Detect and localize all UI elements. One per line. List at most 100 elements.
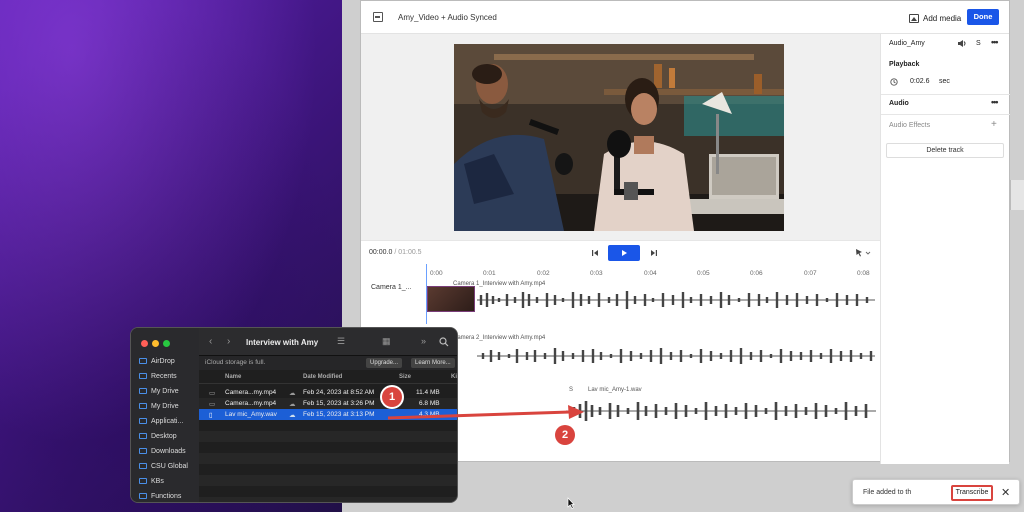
column-name[interactable]: Name xyxy=(225,374,241,380)
video-preview[interactable] xyxy=(454,44,784,231)
current-time: 00:00.0 xyxy=(369,249,393,256)
add-effect-icon[interactable]: + xyxy=(991,119,997,130)
audio-clip-lav-mic[interactable]: S Lav mic_Amy-1.wav xyxy=(566,384,878,428)
transcribe-button[interactable]: Transcribe xyxy=(951,485,993,501)
cloud-icon: ☁ xyxy=(289,401,296,408)
learn-more-button[interactable]: Learn More... xyxy=(411,358,455,368)
sidebar-item-label: AirDrop xyxy=(151,357,175,365)
ruler-tick: 0:05 xyxy=(697,270,710,277)
ruler-tick: 0:08 xyxy=(857,270,870,277)
clip-title: Camera 2_Interview with Amy.mp4 xyxy=(453,335,546,341)
ruler-tick: 0:06 xyxy=(750,270,763,277)
empty-row xyxy=(199,453,457,464)
file-name: Camera...my.mp4 xyxy=(225,389,277,396)
sidebar-item-desktop[interactable]: Desktop xyxy=(139,429,177,443)
ruler-tick: 0:00 xyxy=(430,270,443,277)
sidebar-item-recents[interactable]: Recents xyxy=(139,369,177,383)
delete-track-button[interactable]: Delete track xyxy=(886,143,1004,158)
file-date: Feb 15, 2023 at 3:13 PM xyxy=(303,411,375,418)
cloud-icon: ☁ xyxy=(289,390,296,397)
close-window-icon[interactable] xyxy=(141,340,148,347)
folder-icon xyxy=(139,493,147,499)
more-toolbar-icon[interactable]: » xyxy=(421,336,426,346)
sidebar-item-my-drive[interactable]: My Drive xyxy=(139,384,179,398)
track-more-icon[interactable]: ••• xyxy=(991,37,999,47)
solo-toggle[interactable]: S xyxy=(976,40,981,47)
inspector-panel: Audio_Amy S ••• Playback 0:02.6 sec Audi… xyxy=(880,34,1010,464)
file-row[interactable]: ▭ Camera...my.mp4 ☁ Feb 24, 2023 at 8:52… xyxy=(199,387,457,398)
layers-icon[interactable] xyxy=(373,12,383,22)
skip-back-icon[interactable] xyxy=(591,249,599,257)
playback-speed-value[interactable]: 0:02.6 xyxy=(910,78,929,85)
speaker-icon[interactable] xyxy=(957,39,967,48)
transport-bar: 00:00.0 / 01:00.5 xyxy=(361,240,880,264)
toast-message: File added to th xyxy=(863,489,912,496)
sidebar-item-label: KBs xyxy=(151,477,164,485)
download-icon xyxy=(139,448,147,454)
clip-waveform xyxy=(566,401,876,421)
play-button[interactable] xyxy=(608,245,640,261)
video-file-icon: ▭ xyxy=(209,390,216,397)
back-icon[interactable]: ‹ xyxy=(209,336,212,347)
add-media-label: Add media xyxy=(923,13,962,23)
track-name: Audio_Amy xyxy=(889,40,925,47)
forward-icon[interactable]: › xyxy=(227,336,230,347)
image-icon xyxy=(909,13,919,23)
file-size: 11.4 MB xyxy=(416,389,440,396)
sidebar-item-airdrop[interactable]: AirDrop xyxy=(139,354,175,368)
video-clip-1[interactable]: Camera 1_Interview with Amy.mp4 xyxy=(427,281,877,318)
column-headers: Name Date Modified Size Ki xyxy=(199,372,457,384)
audio-heading: Audio xyxy=(889,100,909,107)
sidebar-item-functions[interactable]: Functions xyxy=(139,489,182,502)
video-frame-illustration xyxy=(454,44,784,231)
sidebar-item-label: Downloads xyxy=(151,447,186,455)
divider xyxy=(881,94,1010,95)
column-kind[interactable]: Ki xyxy=(451,374,457,380)
folder-icon xyxy=(139,388,147,394)
project-title: Amy_Video + Audio Synced xyxy=(398,13,497,22)
sidebar-item-label: My Drive xyxy=(151,387,179,395)
sidebar-item-applications[interactable]: Applicati... xyxy=(139,414,183,428)
sidebar-item-label: CSU Global xyxy=(151,462,188,470)
minimize-window-icon[interactable] xyxy=(152,340,159,347)
skip-forward-icon[interactable] xyxy=(650,249,658,257)
done-button[interactable]: Done xyxy=(967,9,999,25)
icloud-banner: iCloud storage is full. Upgrade... Learn… xyxy=(199,356,457,370)
list-view-icon[interactable]: ☰ xyxy=(337,336,345,347)
timecode: 00:00.0 / 01:00.5 xyxy=(369,249,422,256)
file-date: Feb 15, 2023 at 3:26 PM xyxy=(303,400,375,407)
grid-view-icon[interactable]: ▦ xyxy=(382,336,391,347)
sidebar-item-label: My Drive xyxy=(151,402,179,410)
search-icon[interactable] xyxy=(439,337,449,347)
step-badge-1: 1 xyxy=(382,387,402,407)
clip-solo-label: S xyxy=(569,387,574,393)
sidebar-item-label: Applicati... xyxy=(151,417,184,425)
finder-toolbar: ‹ › Interview with Amy ☰ ▦ » xyxy=(199,328,457,356)
clock-icon xyxy=(139,373,147,379)
sidebar-item-label: Desktop xyxy=(151,432,177,440)
playback-unit: sec xyxy=(939,78,950,85)
empty-row xyxy=(199,475,457,486)
divider xyxy=(881,114,1010,115)
pointer-tool-icon[interactable] xyxy=(855,248,871,258)
file-name: Lav mic_Amy.wav xyxy=(225,411,277,418)
column-size[interactable]: Size xyxy=(399,374,411,380)
empty-row xyxy=(199,497,457,502)
ruler-tick: 0:01 xyxy=(483,270,496,277)
sidebar-item-label: Functions xyxy=(151,492,182,500)
folder-icon xyxy=(139,463,147,469)
time-separator: / xyxy=(394,249,397,256)
sidebar-item-my-drive-2[interactable]: My Drive xyxy=(139,399,179,413)
audio-more-icon[interactable]: ••• xyxy=(991,97,999,107)
column-date[interactable]: Date Modified xyxy=(303,374,342,380)
sidebar-item-csu-global[interactable]: CSU Global xyxy=(139,459,188,473)
zoom-window-icon[interactable] xyxy=(163,340,170,347)
sidebar-item-kbs[interactable]: KBs xyxy=(139,474,164,488)
video-clip-2[interactable]: Camera 2_Interview with Amy.mp4 xyxy=(427,335,877,372)
close-icon[interactable]: ✕ xyxy=(1001,486,1010,499)
airdrop-icon xyxy=(139,358,147,364)
upgrade-button[interactable]: Upgrade... xyxy=(366,358,403,368)
add-media-button[interactable]: Add media xyxy=(909,10,961,26)
playhead[interactable] xyxy=(426,264,427,324)
sidebar-item-downloads[interactable]: Downloads xyxy=(139,444,186,458)
